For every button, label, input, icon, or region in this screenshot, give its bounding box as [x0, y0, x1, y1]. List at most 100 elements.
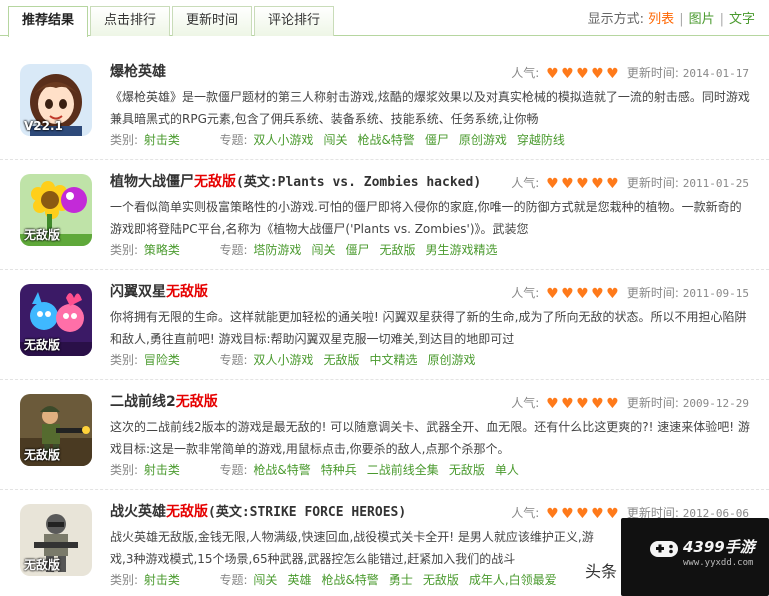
thumbnail-tag: 无敌版: [24, 448, 61, 462]
category-link[interactable]: 策略类: [144, 243, 180, 257]
heart-icon: ♥: [561, 506, 574, 522]
topic-link[interactable]: 枪战&特警: [253, 463, 310, 477]
heart-icon: ♥: [606, 66, 619, 82]
game-description: 《爆枪英雄》是一款僵尸题材的第三人称射击游戏,炫酷的爆浆效果以及对真实枪械的模拟…: [110, 90, 750, 126]
game-title-english: (英文:STRIKE FORCE HEROES): [208, 505, 407, 520]
heart-icon: ♥: [561, 396, 574, 412]
topic-link[interactable]: 僵尸: [345, 243, 369, 257]
tab-recommended[interactable]: 推荐结果: [8, 6, 88, 37]
category-link[interactable]: 射击类: [144, 573, 180, 587]
heart-icon: ♥: [561, 176, 574, 192]
tab-comment-ranking[interactable]: 评论排行: [254, 6, 334, 36]
tab-bar: 推荐结果 点击排行 更新时间 评论排行 显示方式: 列表 | 图片 | 文字: [0, 0, 769, 37]
popularity-label: 人气:: [511, 286, 540, 300]
topic-link[interactable]: 双人小游戏: [253, 353, 313, 367]
display-mode-image[interactable]: 图片: [689, 12, 715, 27]
game-title[interactable]: 植物大战僵尸无敌版(英文:Plants vs. Zombies hacked): [110, 171, 481, 191]
game-title-highlight: 无敌版: [194, 174, 236, 190]
watermark-url: www.yyxdd.com: [683, 558, 754, 568]
topic-link[interactable]: 中文精选: [369, 353, 417, 367]
game-meta: 人气: ♥ ♥ ♥ ♥ ♥ 更新时间: 2014-01-17: [511, 64, 749, 81]
game-description: 战火英雄无敌版,金钱无限,人物满级,快速回血,战役模式关卡全开! 是男人就应该维…: [110, 530, 594, 566]
game-thumbnail[interactable]: 无敌版: [20, 504, 92, 576]
topic-link[interactable]: 无敌版: [379, 243, 415, 257]
game-title[interactable]: 战火英雄无敌版(英文:STRIKE FORCE HEROES): [110, 501, 406, 521]
topic-link[interactable]: 枪战&特警: [357, 133, 414, 147]
category-label: 类别:: [110, 243, 139, 257]
game-title-highlight: 无敌版: [166, 504, 208, 520]
topic-link[interactable]: 二战前线全集: [367, 463, 439, 477]
game-thumbnail[interactable]: 无敌版: [20, 284, 92, 356]
tab-update-time[interactable]: 更新时间: [172, 6, 252, 36]
heart-icon: ♥: [591, 176, 604, 192]
game-description: 一个看似简单实则极富策略性的小游戏.可怕的僵尸即将入侵你的家庭,你唯一的防御方式…: [110, 200, 742, 236]
display-mode-list[interactable]: 列表: [648, 12, 674, 27]
topic-link[interactable]: 无敌版: [323, 353, 359, 367]
game-description: 你将拥有无限的生命。这样就能更加轻松的通关啦! 闪翼双星获得了新的生命,成为了所…: [110, 310, 747, 346]
topic-link[interactable]: 勇士: [389, 573, 413, 587]
topic-link[interactable]: 僵尸: [425, 133, 449, 147]
list-item: 无敌版 二战前线2无敌版 人气: ♥ ♥ ♥ ♥ ♥ 更新时间: 2009-12-29 …: [0, 382, 769, 490]
heart-icon: ♥: [561, 286, 574, 302]
game-title-highlight: 无敌版: [166, 284, 208, 300]
display-mode-text[interactable]: 文字: [729, 12, 755, 27]
topic-link[interactable]: 男生游戏精选: [425, 243, 497, 257]
watermark-brand: 4399手游: [683, 538, 755, 556]
topic-link[interactable]: 穿越防线: [517, 133, 565, 147]
popularity-rating: ♥ ♥ ♥ ♥ ♥: [545, 67, 620, 81]
popularity-rating: ♥ ♥ ♥ ♥ ♥: [545, 177, 620, 191]
gamepad-logo-icon: [650, 541, 678, 557]
topic-link[interactable]: 原创游戏: [459, 133, 507, 147]
thumbnail-tag: 无敌版: [24, 558, 61, 572]
game-title[interactable]: 爆枪英雄: [110, 61, 166, 81]
topic-link[interactable]: 无敌版: [423, 573, 459, 587]
topic-link[interactable]: 闯关: [253, 573, 277, 587]
topic-link[interactable]: 无敌版: [449, 463, 485, 477]
display-mode-label: 显示方式:: [587, 12, 645, 27]
updated-date: 2009-12-29: [682, 397, 749, 410]
topic-label: 专题:: [219, 243, 248, 257]
updated-date: 2014-01-17: [682, 67, 749, 80]
topic-link[interactable]: 闯关: [323, 133, 347, 147]
topic-link[interactable]: 枪战&特警: [321, 573, 378, 587]
game-title-text: 闪翼双星: [110, 284, 166, 300]
thumbnail-tag: V22.1: [24, 119, 63, 133]
topic-link[interactable]: 成年人,白领最爱: [469, 573, 557, 587]
game-title-english: (英文:Plants vs. Zombies hacked): [236, 175, 482, 190]
separator: |: [679, 12, 684, 27]
topic-link[interactable]: 双人小游戏: [253, 133, 313, 147]
category-link[interactable]: 射击类: [144, 463, 180, 477]
category-link[interactable]: 射击类: [144, 133, 180, 147]
game-tags: 类别: 策略类 专题: 塔防游戏 闯关 僵尸 无敌版 男生游戏精选: [110, 241, 508, 258]
display-mode: 显示方式: 列表 | 图片 | 文字: [588, 8, 755, 27]
topic-link[interactable]: 特种兵: [321, 463, 357, 477]
topic-label: 专题:: [219, 573, 248, 587]
game-tags: 类别: 冒险类 专题: 双人小游戏 无敌版 中文精选 原创游戏: [110, 351, 485, 368]
heart-icon: ♥: [591, 396, 604, 412]
heart-icon: ♥: [606, 176, 619, 192]
game-tags: 类别: 射击类 专题: 枪战&特警 特种兵 二战前线全集 无敌版 单人: [110, 461, 529, 478]
topic-link[interactable]: 原创游戏: [427, 353, 475, 367]
game-title[interactable]: 二战前线2无敌版: [110, 391, 218, 411]
topic-link[interactable]: 单人: [495, 463, 519, 477]
heart-icon: ♥: [576, 506, 589, 522]
list-item: V22.1 爆枪英雄 人气: ♥ ♥ ♥ ♥ ♥ 更新时间: 2014-01-17 《爆…: [0, 52, 769, 160]
tab-click-ranking[interactable]: 点击排行: [90, 6, 170, 36]
game-title-text: 植物大战僵尸: [110, 174, 194, 190]
game-thumbnail[interactable]: 无敌版: [20, 394, 92, 466]
updated-date: 2011-09-15: [682, 287, 749, 300]
popularity-label: 人气:: [511, 176, 540, 190]
game-title-highlight: 无敌版: [175, 394, 218, 410]
game-thumbnail[interactable]: V22.1: [20, 64, 92, 136]
game-thumbnail[interactable]: 无敌版: [20, 174, 92, 246]
heart-icon: ♥: [576, 396, 589, 412]
game-title[interactable]: 闪翼双星无敌版: [110, 281, 208, 301]
topic-link[interactable]: 英雄: [287, 573, 311, 587]
category-link[interactable]: 冒险类: [144, 353, 180, 367]
topic-link[interactable]: 闯关: [311, 243, 335, 257]
topic-label: 专题:: [219, 133, 248, 147]
heart-icon: ♥: [561, 66, 574, 82]
separator: |: [719, 12, 724, 27]
updated-date: 2011-01-25: [682, 177, 749, 190]
topic-link[interactable]: 塔防游戏: [253, 243, 301, 257]
